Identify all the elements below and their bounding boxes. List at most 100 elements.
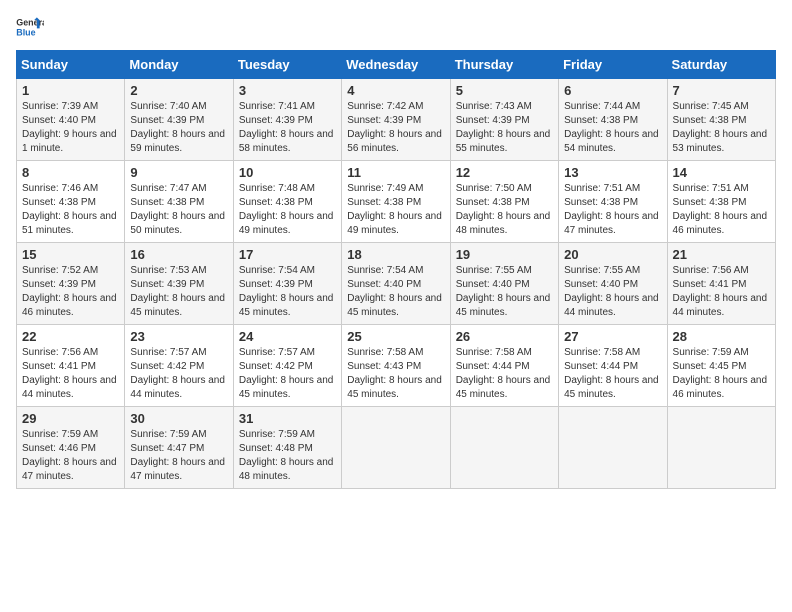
day-info: Sunrise: 7:56 AMSunset: 4:41 PMDaylight:… [22, 347, 117, 400]
calendar-week-row: 22 Sunrise: 7:56 AMSunset: 4:41 PMDayligh… [17, 325, 776, 407]
calendar-week-row: 15Sunrise: 7:52 AMSunset: 4:39 PMDayligh… [17, 243, 776, 325]
day-info: Sunrise: 7:43 AMSunset: 4:39 PMDaylight:… [456, 101, 551, 154]
day-number: 23 [130, 329, 227, 344]
day-info: Sunrise: 7:47 AMSunset: 4:38 PMDaylight:… [130, 183, 225, 236]
day-number: 11 [347, 165, 444, 180]
day-info: Sunrise: 7:54 AMSunset: 4:39 PMDaylight:… [239, 265, 334, 318]
day-info: Sunrise: 7:49 AMSunset: 4:38 PMDaylight:… [347, 183, 442, 236]
calendar-cell [667, 407, 775, 489]
calendar-cell: 21 Sunrise: 7:56 AMSunset: 4:41 PMDayligh… [667, 243, 775, 325]
day-info: Sunrise: 7:48 AMSunset: 4:38 PMDaylight:… [239, 183, 334, 236]
day-number: 29 [22, 411, 119, 426]
calendar-cell: 4 Sunrise: 7:42 AMSunset: 4:39 PMDaylight… [342, 79, 450, 161]
page-header: General Blue [16, 16, 776, 38]
calendar-cell: 13Sunrise: 7:51 AMSunset: 4:38 PMDayligh… [559, 161, 667, 243]
header-thursday: Thursday [450, 51, 558, 79]
calendar-cell: 24Sunrise: 7:57 AMSunset: 4:42 PMDayligh… [233, 325, 341, 407]
day-info: Sunrise: 7:59 AMSunset: 4:48 PMDaylight:… [239, 429, 334, 482]
day-number: 15 [22, 247, 119, 262]
day-number: 12 [456, 165, 553, 180]
day-info: Sunrise: 7:41 AMSunset: 4:39 PMDaylight:… [239, 101, 334, 154]
calendar-cell: 22 Sunrise: 7:56 AMSunset: 4:41 PMDayligh… [17, 325, 125, 407]
day-number: 1 [22, 83, 119, 98]
calendar-cell [450, 407, 558, 489]
day-info: Sunrise: 7:58 AMSunset: 4:44 PMDaylight:… [456, 347, 551, 400]
day-number: 30 [130, 411, 227, 426]
calendar-cell: 9 Sunrise: 7:47 AMSunset: 4:38 PMDaylight… [125, 161, 233, 243]
day-info: Sunrise: 7:50 AMSunset: 4:38 PMDaylight:… [456, 183, 551, 236]
calendar-cell: 6 Sunrise: 7:44 AMSunset: 4:38 PMDaylight… [559, 79, 667, 161]
calendar-cell: 19Sunrise: 7:55 AMSunset: 4:40 PMDayligh… [450, 243, 558, 325]
calendar-cell: 12 Sunrise: 7:50 AMSunset: 4:38 PMDayligh… [450, 161, 558, 243]
calendar-cell: 16Sunrise: 7:53 AMSunset: 4:39 PMDayligh… [125, 243, 233, 325]
calendar-cell: 26 Sunrise: 7:58 AMSunset: 4:44 PMDayligh… [450, 325, 558, 407]
header-tuesday: Tuesday [233, 51, 341, 79]
calendar-cell: 18 Sunrise: 7:54 AMSunset: 4:40 PMDayligh… [342, 243, 450, 325]
day-number: 14 [673, 165, 770, 180]
day-info: Sunrise: 7:39 AMSunset: 4:40 PMDaylight:… [22, 101, 117, 154]
header-sunday: Sunday [17, 51, 125, 79]
day-info: Sunrise: 7:55 AMSunset: 4:40 PMDaylight:… [456, 265, 551, 318]
calendar-cell: 10 Sunrise: 7:48 AMSunset: 4:38 PMDayligh… [233, 161, 341, 243]
day-number: 3 [239, 83, 336, 98]
day-info: Sunrise: 7:53 AMSunset: 4:39 PMDaylight:… [130, 265, 225, 318]
day-info: Sunrise: 7:56 AMSunset: 4:41 PMDaylight:… [673, 265, 768, 318]
header-monday: Monday [125, 51, 233, 79]
day-number: 10 [239, 165, 336, 180]
day-info: Sunrise: 7:45 AMSunset: 4:38 PMDaylight:… [673, 101, 768, 154]
day-number: 8 [22, 165, 119, 180]
svg-text:Blue: Blue [16, 27, 35, 37]
calendar-cell: 28Sunrise: 7:59 AMSunset: 4:45 PMDayligh… [667, 325, 775, 407]
day-number: 6 [564, 83, 661, 98]
day-number: 22 [22, 329, 119, 344]
calendar-cell: 8 Sunrise: 7:46 AMSunset: 4:38 PMDaylight… [17, 161, 125, 243]
calendar-cell: 30 Sunrise: 7:59 AMSunset: 4:47 PMDayligh… [125, 407, 233, 489]
day-number: 24 [239, 329, 336, 344]
day-number: 2 [130, 83, 227, 98]
day-number: 21 [673, 247, 770, 262]
day-info: Sunrise: 7:58 AMSunset: 4:44 PMDaylight:… [564, 347, 659, 400]
calendar-cell: 7 Sunrise: 7:45 AMSunset: 4:38 PMDaylight… [667, 79, 775, 161]
logo: General Blue [16, 16, 44, 38]
svg-text:General: General [16, 18, 44, 28]
calendar-table: SundayMondayTuesdayWednesdayThursdayFrid… [16, 50, 776, 489]
day-info: Sunrise: 7:42 AMSunset: 4:39 PMDaylight:… [347, 101, 442, 154]
calendar-cell: 11 Sunrise: 7:49 AMSunset: 4:38 PMDayligh… [342, 161, 450, 243]
calendar-week-row: 1 Sunrise: 7:39 AMSunset: 4:40 PMDaylight… [17, 79, 776, 161]
calendar-cell: 20 Sunrise: 7:55 AMSunset: 4:40 PMDayligh… [559, 243, 667, 325]
day-info: Sunrise: 7:59 AMSunset: 4:45 PMDaylight:… [673, 347, 768, 400]
day-info: Sunrise: 7:40 AMSunset: 4:39 PMDaylight:… [130, 101, 225, 154]
day-number: 18 [347, 247, 444, 262]
calendar-week-row: 8 Sunrise: 7:46 AMSunset: 4:38 PMDaylight… [17, 161, 776, 243]
logo-icon: General Blue [16, 16, 44, 38]
day-info: Sunrise: 7:55 AMSunset: 4:40 PMDaylight:… [564, 265, 659, 318]
day-info: Sunrise: 7:59 AMSunset: 4:47 PMDaylight:… [130, 429, 225, 482]
day-info: Sunrise: 7:51 AMSunset: 4:38 PMDaylight:… [673, 183, 768, 236]
calendar-cell: 1 Sunrise: 7:39 AMSunset: 4:40 PMDaylight… [17, 79, 125, 161]
header-wednesday: Wednesday [342, 51, 450, 79]
calendar-cell: 3 Sunrise: 7:41 AMSunset: 4:39 PMDaylight… [233, 79, 341, 161]
day-number: 13 [564, 165, 661, 180]
day-info: Sunrise: 7:44 AMSunset: 4:38 PMDaylight:… [564, 101, 659, 154]
calendar-cell: 23Sunrise: 7:57 AMSunset: 4:42 PMDayligh… [125, 325, 233, 407]
day-info: Sunrise: 7:54 AMSunset: 4:40 PMDaylight:… [347, 265, 442, 318]
day-number: 25 [347, 329, 444, 344]
calendar-cell: 29 Sunrise: 7:59 AMSunset: 4:46 PMDayligh… [17, 407, 125, 489]
day-number: 20 [564, 247, 661, 262]
calendar-cell: 31 Sunrise: 7:59 AMSunset: 4:48 PMDayligh… [233, 407, 341, 489]
calendar-cell: 5 Sunrise: 7:43 AMSunset: 4:39 PMDaylight… [450, 79, 558, 161]
day-info: Sunrise: 7:58 AMSunset: 4:43 PMDaylight:… [347, 347, 442, 400]
day-number: 5 [456, 83, 553, 98]
day-number: 31 [239, 411, 336, 426]
day-info: Sunrise: 7:46 AMSunset: 4:38 PMDaylight:… [22, 183, 117, 236]
header-saturday: Saturday [667, 51, 775, 79]
calendar-header-row: SundayMondayTuesdayWednesdayThursdayFrid… [17, 51, 776, 79]
day-number: 26 [456, 329, 553, 344]
day-number: 7 [673, 83, 770, 98]
day-number: 4 [347, 83, 444, 98]
calendar-cell: 25 Sunrise: 7:58 AMSunset: 4:43 PMDayligh… [342, 325, 450, 407]
day-info: Sunrise: 7:59 AMSunset: 4:46 PMDaylight:… [22, 429, 117, 482]
calendar-cell [342, 407, 450, 489]
calendar-cell: 15Sunrise: 7:52 AMSunset: 4:39 PMDayligh… [17, 243, 125, 325]
day-number: 9 [130, 165, 227, 180]
